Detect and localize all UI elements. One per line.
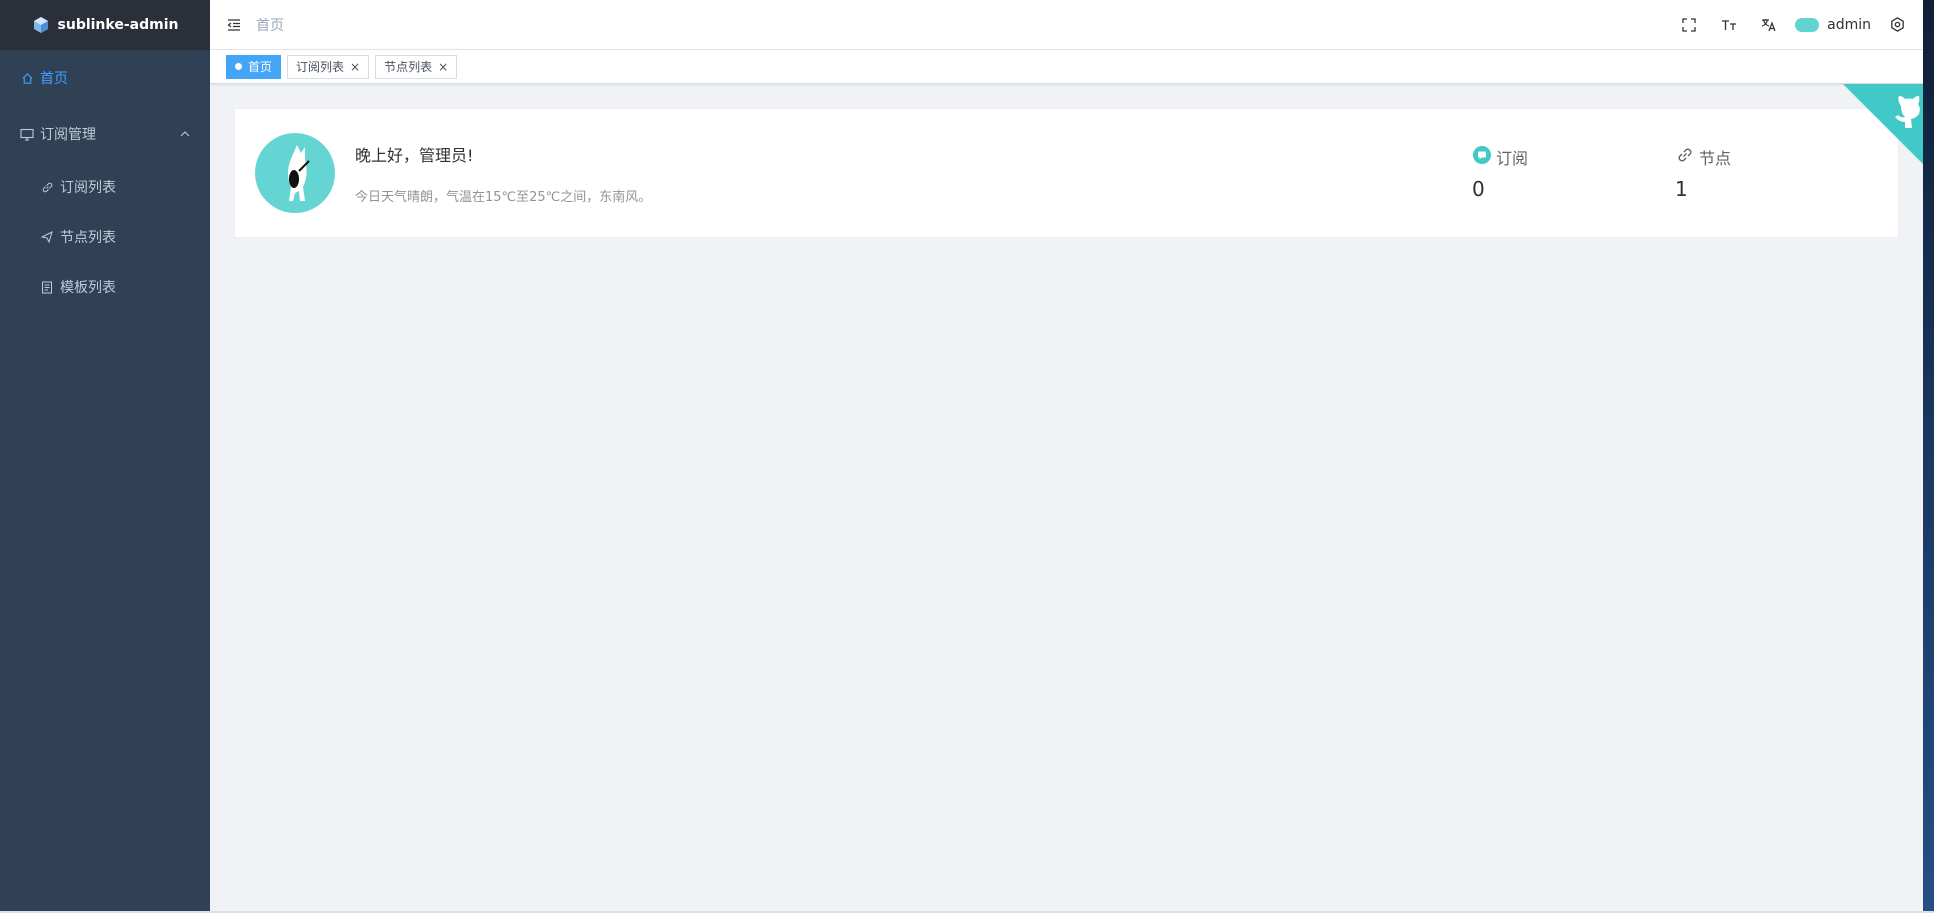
weather-text: 今日天气晴朗，气温在15℃至25℃之间，东南风。 bbox=[355, 189, 652, 205]
tag-node-list[interactable]: 节点列表 × bbox=[375, 54, 458, 79]
sidebar-item-label: 节点列表 bbox=[60, 230, 116, 246]
username: admin bbox=[1827, 16, 1871, 33]
cube-logo-icon bbox=[32, 16, 50, 34]
active-dot-icon bbox=[235, 63, 242, 70]
app-title: sublinke-admin bbox=[57, 17, 179, 33]
sidebar-item-subscription-management[interactable]: 订阅管理 bbox=[0, 106, 210, 162]
tag-label: 首页 bbox=[248, 60, 273, 74]
dashboard-content: 晚上好，管理员! 今日天气晴朗，气温在15℃至25℃之间，东南风。 订阅 0 节… bbox=[210, 84, 1923, 911]
fullscreen-icon[interactable] bbox=[1669, 0, 1709, 50]
hamburger-icon[interactable] bbox=[226, 17, 242, 33]
chevron-up-icon bbox=[180, 129, 190, 140]
document-icon bbox=[40, 280, 54, 294]
stat-label: 订阅 bbox=[1496, 149, 1529, 168]
stat-label: 节点 bbox=[1699, 149, 1732, 168]
stat-value: 1 bbox=[1675, 177, 1688, 201]
greeting-title: 晚上好，管理员! bbox=[355, 145, 474, 165]
main-area: 首页 admin 首页 订阅列表 × 节点列表 × 晚上好，管理员! 今日天气晴… bbox=[210, 0, 1923, 911]
sidebar-item-label: 首页 bbox=[40, 71, 68, 87]
desktop-background bbox=[1923, 0, 1934, 913]
tag-subscription-list[interactable]: 订阅列表 × bbox=[287, 54, 370, 79]
tag-label: 订阅列表 bbox=[296, 60, 345, 74]
stats-panel: 订阅 0 节点 1 bbox=[1472, 145, 1878, 201]
user-menu[interactable]: admin bbox=[1789, 17, 1885, 33]
sidebar-logo[interactable]: sublinke-admin bbox=[0, 0, 210, 50]
translate-icon[interactable] bbox=[1749, 0, 1789, 50]
close-icon[interactable]: × bbox=[438, 60, 448, 74]
send-icon bbox=[40, 230, 54, 244]
tag-home[interactable]: 首页 bbox=[226, 54, 282, 79]
close-icon[interactable]: × bbox=[350, 60, 360, 74]
welcome-card: 晚上好，管理员! 今日天气晴朗，气温在15℃至25℃之间，东南风。 订阅 0 节… bbox=[234, 108, 1899, 238]
settings-icon[interactable] bbox=[1885, 0, 1909, 50]
github-corner-icon[interactable] bbox=[1843, 84, 1923, 164]
navbar-right: admin bbox=[1669, 0, 1909, 50]
tag-label: 节点列表 bbox=[384, 60, 433, 74]
cat-avatar bbox=[255, 133, 335, 213]
sidebar-item-label: 订阅管理 bbox=[40, 127, 96, 143]
home-icon bbox=[20, 71, 34, 85]
link-icon bbox=[40, 180, 54, 194]
navbar: 首页 admin bbox=[210, 0, 1923, 50]
avatar bbox=[1795, 17, 1820, 32]
greeting-block: 晚上好，管理员! 今日天气晴朗，气温在15℃至25℃之间，东南风。 bbox=[355, 142, 651, 205]
sidebar-item-label: 模板列表 bbox=[60, 280, 116, 296]
stat-subscriptions[interactable]: 订阅 0 bbox=[1472, 145, 1675, 201]
tags-view: 首页 订阅列表 × 节点列表 × bbox=[210, 50, 1923, 84]
monitor-icon bbox=[20, 127, 34, 141]
sidebar-item-label: 订阅列表 bbox=[60, 180, 116, 196]
font-size-icon[interactable] bbox=[1709, 0, 1749, 50]
sidebar-item-subscription-list[interactable]: 订阅列表 bbox=[0, 162, 210, 212]
app-window: sublinke-admin 首页 订阅管理 订阅列表 节点列表 模板列表 首页… bbox=[0, 0, 1923, 911]
breadcrumb[interactable]: 首页 bbox=[256, 15, 284, 35]
sidebar: sublinke-admin 首页 订阅管理 订阅列表 节点列表 模板列表 bbox=[0, 0, 210, 911]
message-icon bbox=[1472, 145, 1492, 169]
link-icon bbox=[1675, 145, 1695, 169]
stat-value: 0 bbox=[1472, 177, 1485, 201]
sidebar-menu: 首页 订阅管理 订阅列表 节点列表 模板列表 bbox=[0, 50, 210, 312]
sidebar-item-template-list[interactable]: 模板列表 bbox=[0, 262, 210, 312]
sidebar-item-node-list[interactable]: 节点列表 bbox=[0, 212, 210, 262]
sidebar-item-home[interactable]: 首页 bbox=[0, 50, 210, 106]
